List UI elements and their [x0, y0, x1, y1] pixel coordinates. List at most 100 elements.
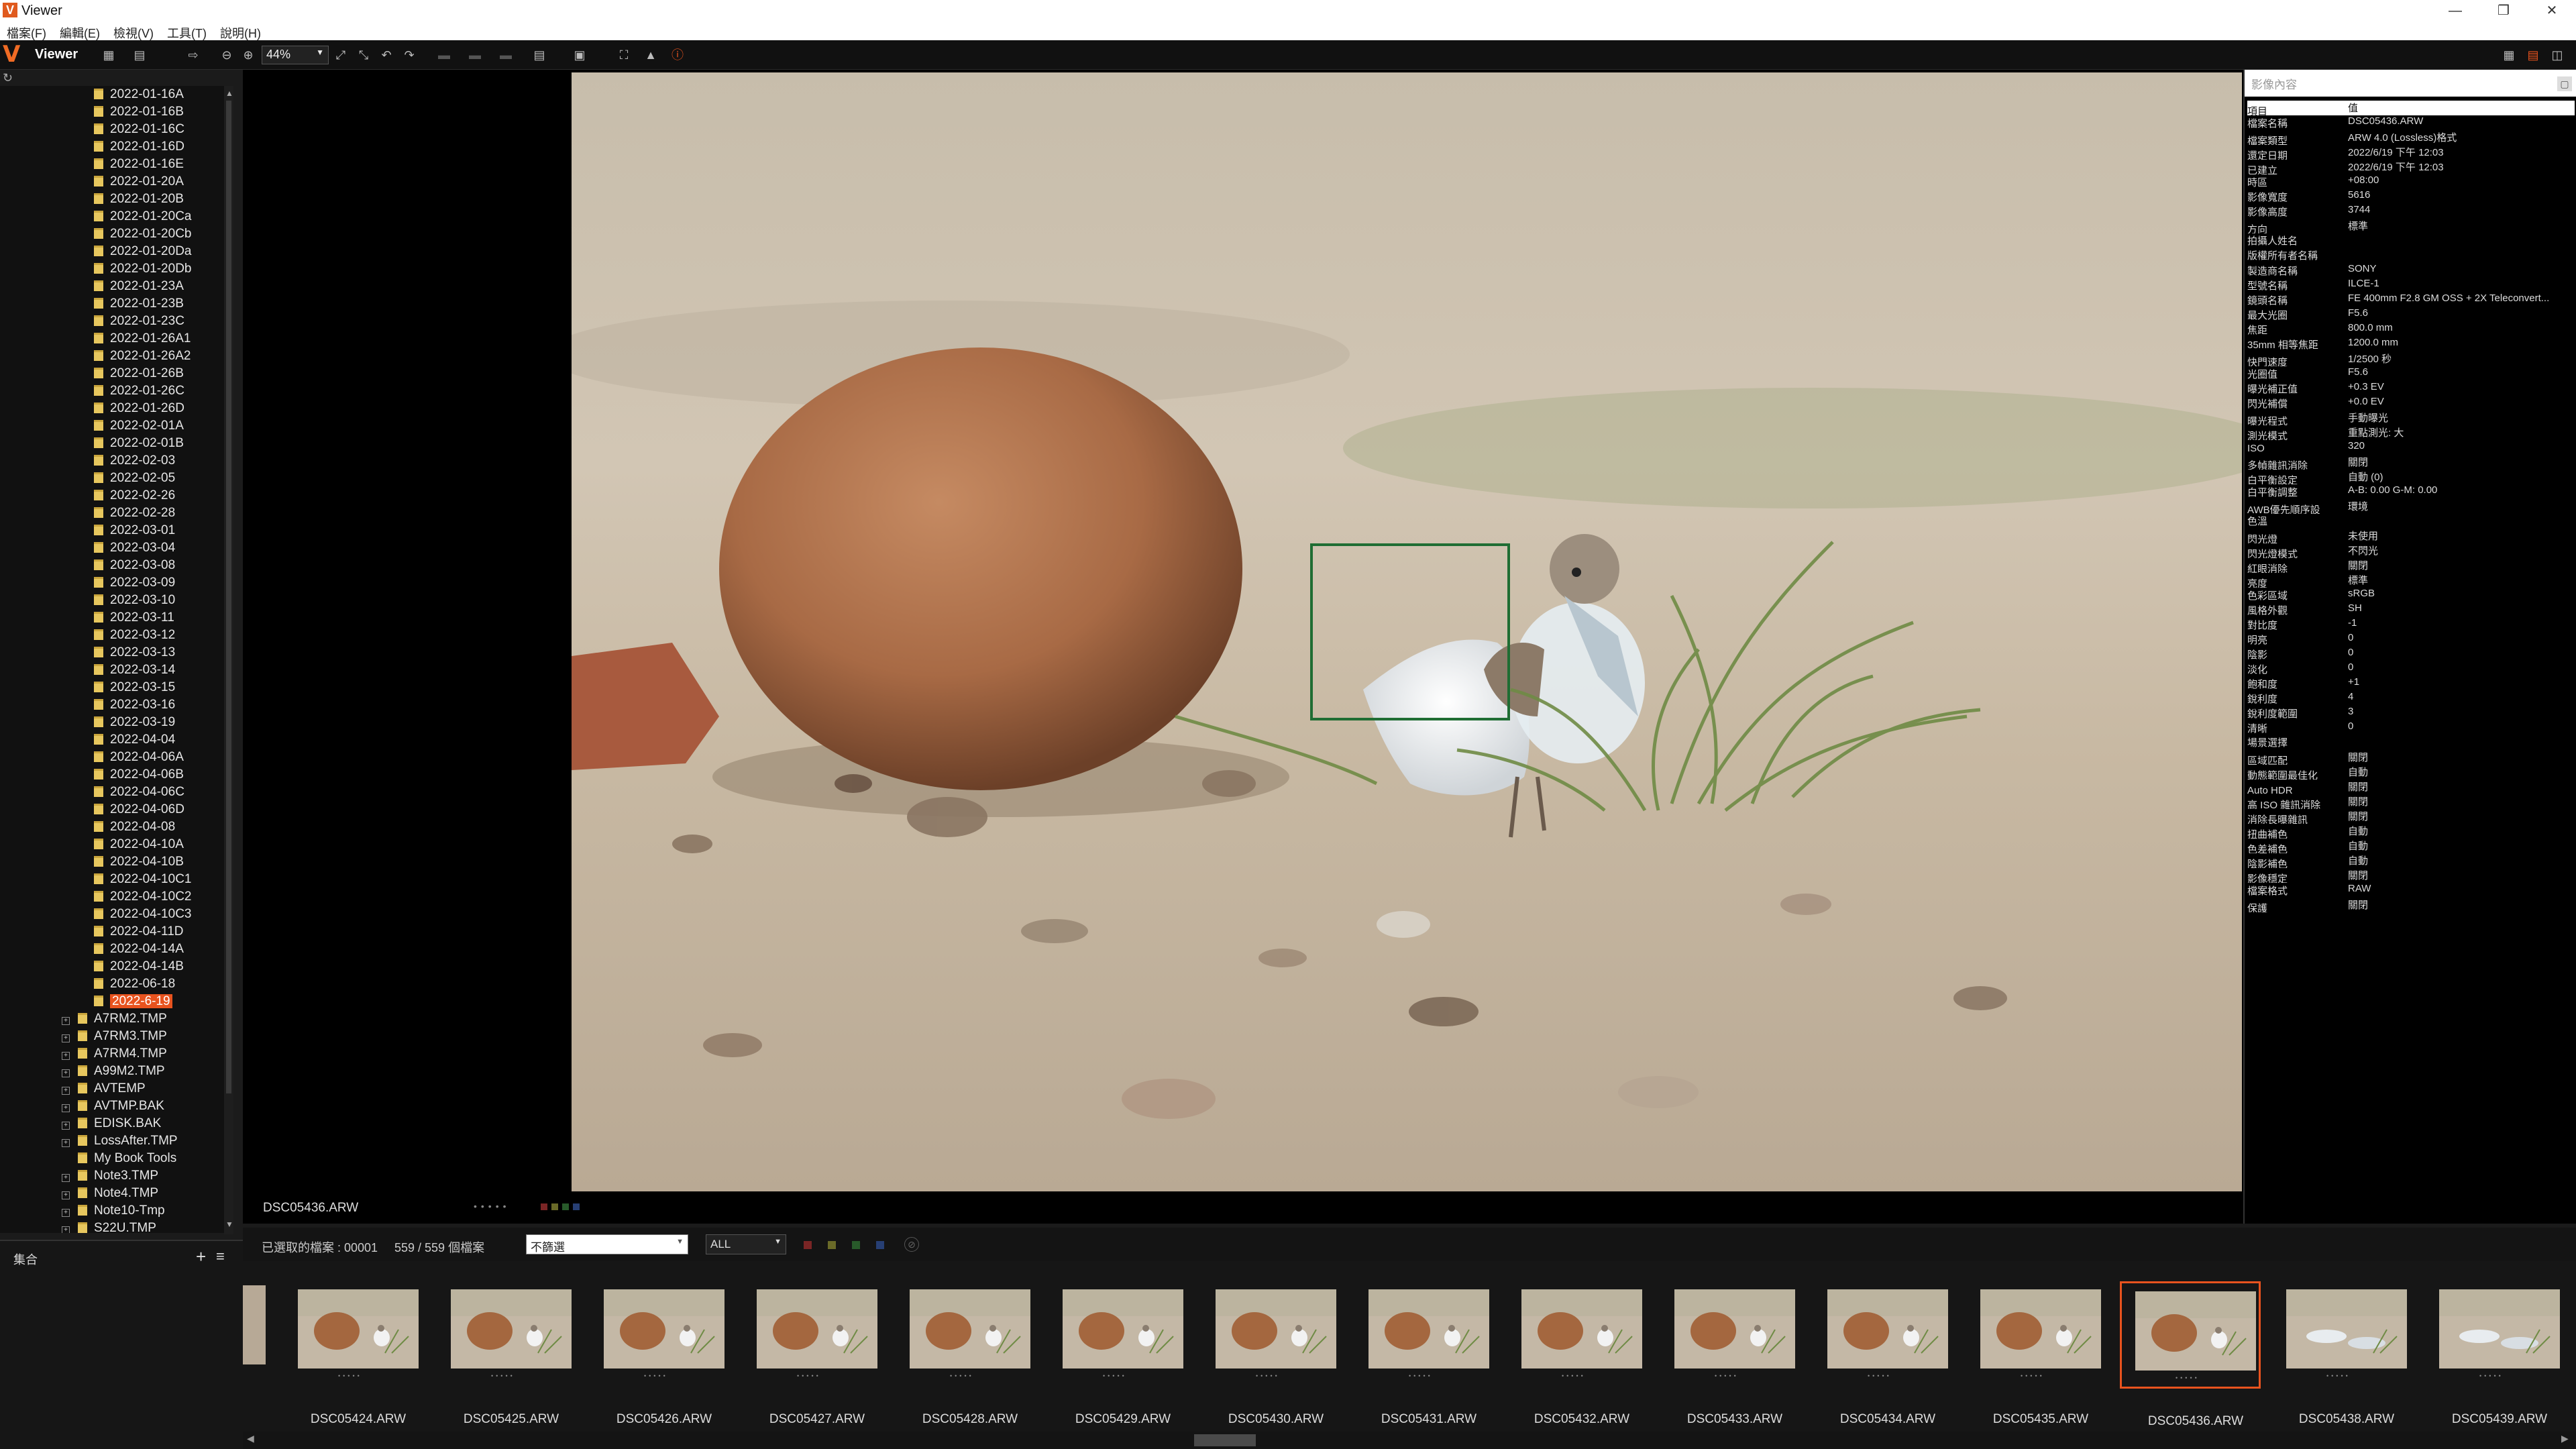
- filmstrip-view-icon[interactable]: ▤: [2525, 47, 2541, 63]
- film-thumbnail[interactable]: ••••• DSC05436.ARW: [2120, 1281, 2261, 1428]
- label-blue-icon[interactable]: [573, 1203, 580, 1210]
- expand-icon[interactable]: +: [62, 1052, 70, 1060]
- scroll-right-icon[interactable]: ▶: [2561, 1433, 2569, 1444]
- tree-folder-item[interactable]: 2022-01-26B: [94, 366, 184, 384]
- tree-folder-item[interactable]: 2022-01-26A2: [94, 349, 191, 366]
- expand-icon[interactable]: +: [62, 1191, 70, 1199]
- tree-folder-item[interactable]: 2022-01-26A1: [94, 331, 191, 349]
- tree-folder-item[interactable]: 2022-6-19: [94, 994, 172, 1012]
- tree-root-item[interactable]: + S22U.TMP: [62, 1221, 156, 1233]
- tree-folder-item[interactable]: 2022-04-10C3: [94, 907, 191, 924]
- tree-folder-item[interactable]: 2022-06-18: [94, 977, 175, 994]
- expand-icon[interactable]: +: [62, 1174, 70, 1182]
- filter-red-icon[interactable]: [804, 1241, 812, 1249]
- tree-folder-item[interactable]: 2022-04-06D: [94, 802, 184, 820]
- rating-filter-select[interactable]: ALL ▼: [706, 1234, 786, 1254]
- label-red-icon[interactable]: [541, 1203, 547, 1210]
- tree-folder-item[interactable]: 2022-01-23A: [94, 279, 184, 297]
- rating-dots[interactable]: •••••: [474, 1201, 511, 1212]
- tree-folder-item[interactable]: 2022-04-10C1: [94, 872, 191, 890]
- tree-root-item[interactable]: + EDISK.BAK: [62, 1116, 161, 1134]
- filmstrip-scrollbar[interactable]: [243, 1432, 2576, 1449]
- film-thumbnail[interactable]: ••••• DSC05434.ARW: [1814, 1281, 1955, 1426]
- film-thumbnail[interactable]: ••••• DSC05439.ARW: [2426, 1281, 2567, 1426]
- filter-blue-icon[interactable]: [876, 1241, 884, 1249]
- tree-folder-item[interactable]: 2022-04-10B: [94, 855, 184, 872]
- tree-folder-item[interactable]: 2022-03-10: [94, 593, 175, 610]
- partial-thumb[interactable]: [243, 1285, 266, 1364]
- minimize-button[interactable]: —: [2435, 0, 2475, 21]
- tree-root-item[interactable]: + A7RM3.TMP: [62, 1029, 167, 1046]
- tree-folder-item[interactable]: 2022-01-20Ca: [94, 209, 191, 227]
- info-close-icon[interactable]: ▢: [2557, 76, 2572, 91]
- film-thumbnail[interactable]: ••••• DSC05428.ARW: [896, 1281, 1037, 1426]
- viewer-mode-icon[interactable]: ▦: [101, 47, 117, 63]
- expand-icon[interactable]: +: [62, 1017, 70, 1025]
- tree-folder-item[interactable]: 2022-04-11D: [94, 924, 184, 942]
- tree-folder-item[interactable]: 2022-03-12: [94, 628, 175, 645]
- tree-root-item[interactable]: + Note4.TMP: [62, 1186, 158, 1203]
- tree-folder-item[interactable]: 2022-02-03: [94, 453, 175, 471]
- film-thumbnail[interactable]: ••••• DSC05430.ARW: [1202, 1281, 1343, 1426]
- tree-folder-item[interactable]: 2022-01-23C: [94, 314, 184, 331]
- film-thumbnail[interactable]: ••••• DSC05431.ARW: [1355, 1281, 1496, 1426]
- filter-yellow-icon[interactable]: [828, 1241, 836, 1249]
- tree-root-item[interactable]: + LossAfter.TMP: [62, 1134, 178, 1151]
- tree-folder-item[interactable]: 2022-02-01A: [94, 419, 184, 436]
- tree-folder-item[interactable]: 2022-04-04: [94, 733, 175, 750]
- film-thumbnail[interactable]: ••••• DSC05424.ARW: [284, 1281, 425, 1426]
- scroll-left-icon[interactable]: ◀: [247, 1433, 254, 1444]
- tree-folder-item[interactable]: 2022-04-08: [94, 820, 175, 837]
- film-thumbnail[interactable]: ••••• DSC05432.ARW: [1508, 1281, 1649, 1426]
- expand-icon[interactable]: +: [62, 1226, 70, 1233]
- export-icon[interactable]: ⇨: [185, 47, 201, 63]
- expand-icon[interactable]: +: [62, 1034, 70, 1042]
- tree-folder-item[interactable]: 2022-01-20Cb: [94, 227, 191, 244]
- tree-folder-item[interactable]: 2022-01-16B: [94, 105, 184, 122]
- restore-button[interactable]: ❐: [2483, 0, 2524, 21]
- fit-window-icon[interactable]: ⤢: [333, 47, 349, 63]
- tree-folder-item[interactable]: 2022-04-06A: [94, 750, 184, 767]
- filter-green-icon[interactable]: [852, 1241, 860, 1249]
- info-icon[interactable]: ⓘ: [669, 47, 686, 63]
- tree-scroll-thumb[interactable]: [226, 101, 231, 1093]
- film-thumbnail[interactable]: ••••• DSC05427.ARW: [743, 1281, 884, 1426]
- film-thumbnail[interactable]: ••••• DSC05429.ARW: [1049, 1281, 1190, 1426]
- rotate-left-icon[interactable]: ↶: [378, 47, 394, 63]
- tree-folder-item[interactable]: 2022-03-09: [94, 576, 175, 593]
- film-thumbnail[interactable]: ••••• DSC05425.ARW: [437, 1281, 578, 1426]
- tree-folder-item[interactable]: 2022-01-26C: [94, 384, 184, 401]
- actual-size-icon[interactable]: ⤡: [356, 47, 372, 63]
- film-thumbnail[interactable]: ••••• DSC05433.ARW: [1661, 1281, 1802, 1426]
- tree-folder-item[interactable]: 2022-01-16A: [94, 87, 184, 105]
- tree-folder-item[interactable]: 2022-01-16D: [94, 140, 184, 157]
- layout-double-icon[interactable]: ▬: [467, 47, 483, 63]
- zoom-select[interactable]: 44% ▼: [262, 46, 329, 64]
- tree-folder-item[interactable]: 2022-01-26D: [94, 401, 184, 419]
- tree-folder-item[interactable]: 2022-04-14B: [94, 959, 184, 977]
- split-view-icon[interactable]: ◫: [2549, 47, 2565, 63]
- tree-folder-item[interactable]: 2022-03-19: [94, 715, 175, 733]
- fullscreen-icon[interactable]: ⛶: [616, 47, 632, 63]
- expand-icon[interactable]: +: [62, 1087, 70, 1095]
- tree-root-item[interactable]: + AVTMP.BAK: [62, 1099, 164, 1116]
- tree-folder-item[interactable]: 2022-02-05: [94, 471, 175, 488]
- tree-root-item[interactable]: + AVTEMP: [62, 1081, 146, 1099]
- tree-folder-item[interactable]: 2022-03-11: [94, 610, 174, 628]
- refresh-icon[interactable]: ↻: [3, 71, 16, 85]
- tree-folder-item[interactable]: 2022-01-20Db: [94, 262, 191, 279]
- expand-icon[interactable]: +: [62, 1104, 70, 1112]
- tree-folder-item[interactable]: 2022-03-08: [94, 558, 175, 576]
- tree-folder-item[interactable]: 2022-01-20Da: [94, 244, 191, 262]
- tree-folder-item[interactable]: 2022-04-10C2: [94, 890, 191, 907]
- tree-folder-item[interactable]: 2022-01-20B: [94, 192, 184, 209]
- film-thumbnail[interactable]: ••••• DSC05435.ARW: [1967, 1281, 2108, 1426]
- tree-root-item[interactable]: + Note10-Tmp: [62, 1203, 165, 1221]
- filmstrip-scroll-thumb[interactable]: [1194, 1434, 1256, 1446]
- tree-folder-item[interactable]: 2022-04-14A: [94, 942, 184, 959]
- slideshow-icon[interactable]: ▣: [572, 47, 588, 63]
- tree-root-item[interactable]: + A99M2.TMP: [62, 1064, 165, 1081]
- compare-mode-icon[interactable]: ▤: [131, 47, 148, 63]
- film-thumbnail[interactable]: ••••• DSC05438.ARW: [2273, 1281, 2414, 1426]
- tree-root-item[interactable]: +My Book Tools: [62, 1151, 176, 1169]
